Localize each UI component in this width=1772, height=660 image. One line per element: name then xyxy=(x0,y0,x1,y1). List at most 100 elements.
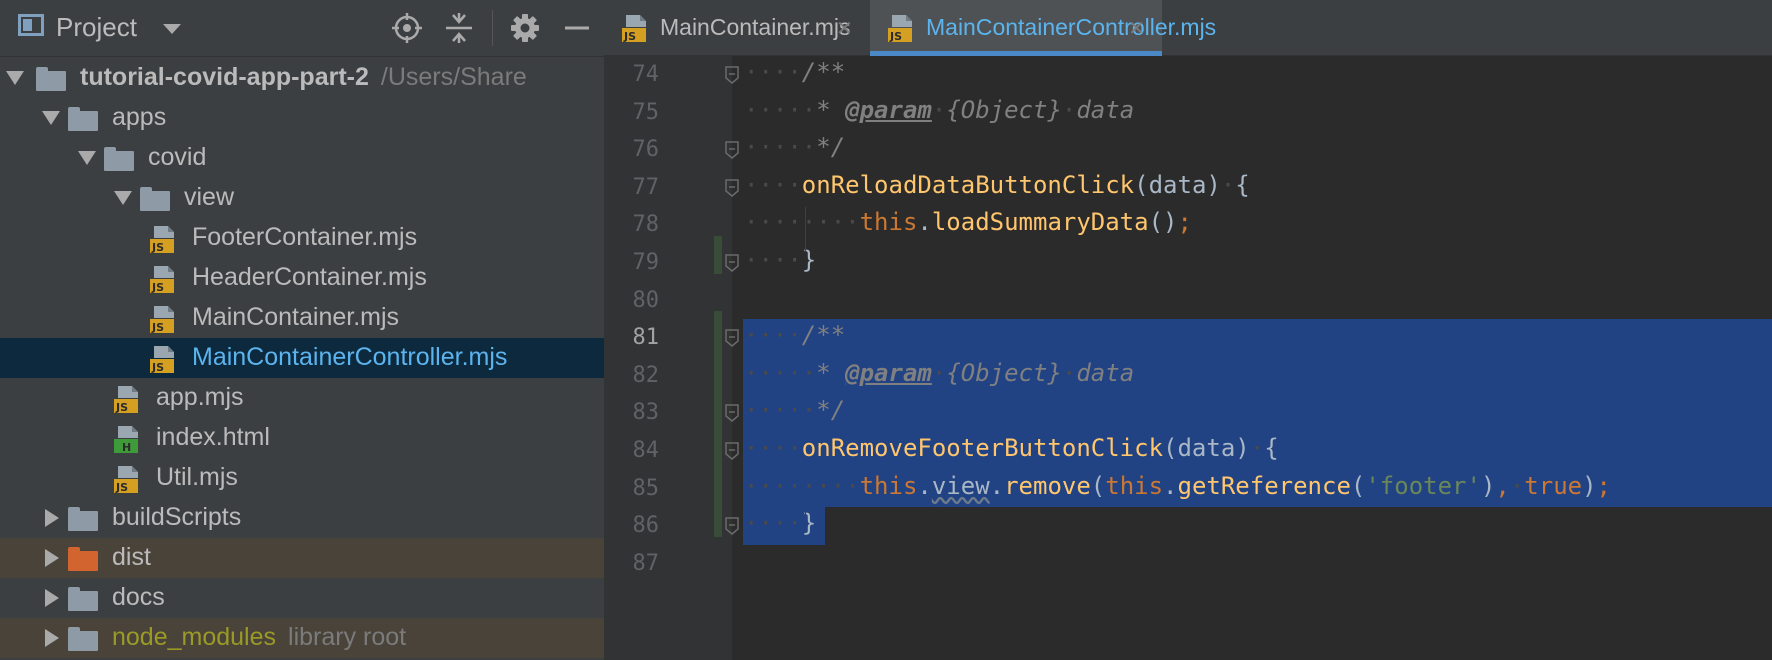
editor-area: JS MainContainer.mjs ✕ JS MainContainerCo… xyxy=(604,0,1772,660)
code-token-dots: · xyxy=(1249,434,1265,462)
svg-text:JS: JS xyxy=(151,281,164,294)
collapse-arrow-icon[interactable] xyxy=(45,629,59,647)
code-token-dots: · xyxy=(1509,471,1525,500)
expand-arrow-icon[interactable] xyxy=(114,191,132,205)
tree-item-maincontainer-mjs[interactable]: JS MainContainer.mjs xyxy=(0,298,604,338)
fold-marker-icon[interactable] xyxy=(725,179,739,197)
code-token-dots: ····· xyxy=(744,396,817,425)
svg-text:JS: JS xyxy=(623,30,636,43)
collapse-arrow-icon[interactable] xyxy=(45,509,59,527)
folder-icon xyxy=(68,587,98,611)
tree-item-footercontainer-mjs[interactable]: JS FooterContainer.mjs xyxy=(0,218,604,258)
collapse-arrow-icon[interactable] xyxy=(45,549,59,567)
tab-label: MainContainer.mjs xyxy=(660,14,851,40)
code-token-kw: true xyxy=(1524,471,1583,500)
code-token-plain: ) xyxy=(1582,471,1597,500)
tree-item-label: tutorial-covid-app-part-2 xyxy=(80,63,369,91)
line-number: 80 xyxy=(632,287,660,313)
minimize-icon[interactable] xyxy=(561,12,593,44)
dropdown-caret-icon[interactable] xyxy=(163,24,181,34)
line-number: 86 xyxy=(632,513,660,539)
line-number: 78 xyxy=(632,212,660,238)
project-tool-window: Project tutorial-covid-app-part-2 /Users… xyxy=(0,0,604,660)
code-token-plain: (data) xyxy=(1134,170,1221,199)
code-token-comment: {Object} xyxy=(946,95,1062,124)
line-number: 76 xyxy=(632,137,660,163)
code-token-plain: ) xyxy=(1480,471,1496,500)
vcs-change-marker[interactable] xyxy=(714,236,722,274)
js-file-icon: JS xyxy=(620,13,650,43)
fold-marker-icon[interactable] xyxy=(725,442,739,460)
code-token-str: 'footer' xyxy=(1365,471,1481,500)
code-line[interactable]: ·····* @param·{Object}·data xyxy=(744,359,1134,399)
code-token-comment: /** xyxy=(801,321,846,350)
collapse-all-icon[interactable] xyxy=(443,12,475,44)
fold-marker-icon[interactable] xyxy=(725,141,739,160)
tree-item-maincontainercontroller-mjs[interactable]: JS MainContainerController.mjs xyxy=(0,338,604,378)
tree-item-view[interactable]: view xyxy=(0,178,604,218)
code-line[interactable]: ········this.view.remove(this.getReferen… xyxy=(744,472,1611,512)
code-token-dots: ········ xyxy=(744,471,860,500)
tab-maincontainercontroller-mjs[interactable]: JS MainContainerController.mjs ✕ xyxy=(870,0,1216,56)
code-line[interactable]: ·····*/ xyxy=(744,133,845,173)
code-token-dots: · xyxy=(1061,358,1077,387)
tab-maincontainer-mjs[interactable]: JS MainContainer.mjs ✕ xyxy=(604,0,870,55)
code-line[interactable]: ····/** xyxy=(744,58,845,98)
code-token-comment: * xyxy=(816,358,846,387)
expand-arrow-icon[interactable] xyxy=(6,71,24,85)
code-token-dots: ····· xyxy=(744,95,817,124)
html-file-icon: H xyxy=(112,424,142,454)
tree-item-covid[interactable]: covid xyxy=(0,138,604,178)
tree-item-label: buildScripts xyxy=(112,503,242,531)
expand-arrow-icon[interactable] xyxy=(42,111,60,125)
expand-arrow-icon[interactable] xyxy=(78,151,96,165)
svg-text:JS: JS xyxy=(151,241,164,254)
fold-marker-icon[interactable] xyxy=(725,517,739,536)
tree-item-app-mjs[interactable]: JS app.mjs xyxy=(0,378,604,418)
tree-item-index-html[interactable]: H index.html xyxy=(0,418,604,458)
tree-item-apps[interactable]: apps xyxy=(0,98,604,138)
code-line[interactable]: ·····* @param·{Object}·data xyxy=(744,96,1134,136)
gear-icon[interactable] xyxy=(509,12,541,44)
code-token-plain: { xyxy=(1235,170,1250,199)
code-token-comment: */ xyxy=(816,133,846,162)
collapse-arrow-icon[interactable] xyxy=(45,589,59,607)
close-icon[interactable]: ✕ xyxy=(1128,16,1145,41)
code-line[interactable]: ········this.loadSummaryData(); xyxy=(744,208,1192,248)
tree-item-util-mjs[interactable]: JS Util.mjs xyxy=(0,458,604,498)
js-file-icon: JS xyxy=(886,13,916,43)
tree-item-docs[interactable]: docs xyxy=(0,578,604,618)
tree-item-label: covid xyxy=(148,143,207,171)
tree-item-dist[interactable]: dist xyxy=(0,538,604,578)
tree-item-label: HeaderContainer.mjs xyxy=(192,263,427,291)
fold-marker-icon[interactable] xyxy=(725,254,739,272)
tree-item-label: view xyxy=(184,183,235,211)
tree-item-buildscripts[interactable]: buildScripts xyxy=(0,498,604,538)
js-file-icon: JS xyxy=(148,264,178,294)
code-token-squiggle: view xyxy=(931,471,990,500)
project-panel-title[interactable]: Project xyxy=(56,12,137,43)
fold-marker-icon[interactable] xyxy=(725,404,739,423)
close-icon[interactable]: ✕ xyxy=(836,16,853,41)
code-line[interactable]: ····/** xyxy=(744,321,845,361)
code-token-tag: @param xyxy=(845,358,932,387)
tree-item-headercontainer-mjs[interactable]: JS HeaderContainer.mjs xyxy=(0,258,604,298)
code-line[interactable]: ····onReloadDataButtonClick(data)·{ xyxy=(744,171,1250,211)
tree-item-label: app.mjs xyxy=(156,383,244,411)
tree-item-tutorial-covid-app-part-2[interactable]: tutorial-covid-app-part-2/Users/Share xyxy=(0,58,604,98)
line-number: 74 xyxy=(632,62,660,87)
tree-item-node-modules[interactable]: node_modules library root xyxy=(0,618,604,658)
tree-item-label: MainContainer.mjs xyxy=(192,303,400,331)
fold-marker-icon[interactable] xyxy=(725,329,739,348)
vcs-change-marker[interactable] xyxy=(714,311,722,537)
code-token-dots: · xyxy=(1061,95,1077,124)
line-number: 83 xyxy=(632,400,660,426)
locate-icon[interactable] xyxy=(391,12,423,44)
code-token-dots: · xyxy=(931,95,947,124)
code-token-plain: () xyxy=(1148,208,1178,237)
fold-marker-icon[interactable] xyxy=(725,66,739,84)
code-line[interactable]: ····onRemoveFooterButtonClick(data)·{ xyxy=(744,434,1279,474)
tree-item-label: MainContainerController.mjs xyxy=(192,343,508,371)
code-line[interactable]: ·····*/ xyxy=(744,396,845,436)
svg-text:JS: JS xyxy=(115,401,128,414)
